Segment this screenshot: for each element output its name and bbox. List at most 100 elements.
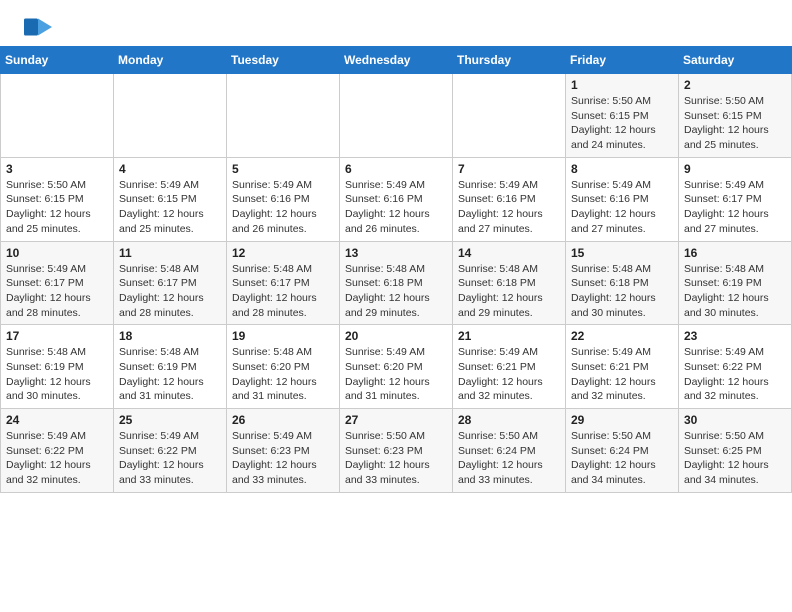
day-cell: 16 Sunrise: 5:48 AM Sunset: 6:19 PM Dayli… [679, 241, 792, 325]
day-info: Sunrise: 5:48 AM Sunset: 6:17 PM Dayligh… [119, 262, 221, 321]
day-cell: 4Sunrise: 5:49 AM Sunset: 6:15 PM Daylig… [114, 157, 227, 241]
day-cell: 18 Sunrise: 5:48 AM Sunset: 6:19 PM Dayli… [114, 325, 227, 409]
day-cell: 28 Sunrise: 5:50 AM Sunset: 6:24 PM Dayli… [453, 409, 566, 493]
day-number: 8 [571, 162, 673, 176]
day-info: Sunrise: 5:49 AM Sunset: 6:22 PM Dayligh… [684, 345, 786, 404]
day-cell: 23Sunrise: 5:49 AM Sunset: 6:22 PM Dayli… [679, 325, 792, 409]
day-number: 14 [458, 246, 560, 260]
day-info: Sunrise: 5:49 AM Sunset: 6:16 PM Dayligh… [571, 178, 673, 237]
weekday-friday: Friday [566, 47, 679, 74]
day-number: 25 [119, 413, 221, 427]
week-row-3: 10 Sunrise: 5:49 AM Sunset: 6:17 PM Dayli… [1, 241, 792, 325]
day-number: 27 [345, 413, 447, 427]
logo-icon [24, 18, 52, 36]
weekday-monday: Monday [114, 47, 227, 74]
day-cell: 12 Sunrise: 5:48 AM Sunset: 6:17 PM Dayli… [227, 241, 340, 325]
day-number: 1 [571, 78, 673, 92]
day-info: Sunrise: 5:49 AM Sunset: 6:16 PM Dayligh… [232, 178, 334, 237]
day-info: Sunrise: 5:49 AM Sunset: 6:21 PM Dayligh… [458, 345, 560, 404]
day-cell: 27Sunrise: 5:50 AM Sunset: 6:23 PM Dayli… [340, 409, 453, 493]
day-info: Sunrise: 5:50 AM Sunset: 6:24 PM Dayligh… [571, 429, 673, 488]
day-info: Sunrise: 5:50 AM Sunset: 6:15 PM Dayligh… [684, 94, 786, 153]
day-info: Sunrise: 5:49 AM Sunset: 6:21 PM Dayligh… [571, 345, 673, 404]
day-info: Sunrise: 5:48 AM Sunset: 6:19 PM Dayligh… [119, 345, 221, 404]
day-info: Sunrise: 5:49 AM Sunset: 6:23 PM Dayligh… [232, 429, 334, 488]
day-cell: 10 Sunrise: 5:49 AM Sunset: 6:17 PM Dayli… [1, 241, 114, 325]
day-number: 17 [6, 329, 108, 343]
day-info: Sunrise: 5:49 AM Sunset: 6:17 PM Dayligh… [684, 178, 786, 237]
day-number: 20 [345, 329, 447, 343]
day-info: Sunrise: 5:49 AM Sunset: 6:16 PM Dayligh… [345, 178, 447, 237]
day-cell [114, 74, 227, 158]
day-cell: 8 Sunrise: 5:49 AM Sunset: 6:16 PM Daylig… [566, 157, 679, 241]
day-number: 24 [6, 413, 108, 427]
day-number: 4 [119, 162, 221, 176]
day-cell: 30 Sunrise: 5:50 AM Sunset: 6:25 PM Dayli… [679, 409, 792, 493]
day-info: Sunrise: 5:48 AM Sunset: 6:19 PM Dayligh… [6, 345, 108, 404]
day-cell: 19Sunrise: 5:48 AM Sunset: 6:20 PM Dayli… [227, 325, 340, 409]
day-info: Sunrise: 5:50 AM Sunset: 6:24 PM Dayligh… [458, 429, 560, 488]
calendar-body: 1 Sunrise: 5:50 AM Sunset: 6:15 PM Daylig… [1, 74, 792, 493]
day-cell: 11 Sunrise: 5:48 AM Sunset: 6:17 PM Dayli… [114, 241, 227, 325]
day-cell: 15 Sunrise: 5:48 AM Sunset: 6:18 PM Dayli… [566, 241, 679, 325]
weekday-saturday: Saturday [679, 47, 792, 74]
day-info: Sunrise: 5:50 AM Sunset: 6:25 PM Dayligh… [684, 429, 786, 488]
day-cell: 14 Sunrise: 5:48 AM Sunset: 6:18 PM Dayli… [453, 241, 566, 325]
day-cell: 1 Sunrise: 5:50 AM Sunset: 6:15 PM Daylig… [566, 74, 679, 158]
day-cell: 26Sunrise: 5:49 AM Sunset: 6:23 PM Dayli… [227, 409, 340, 493]
day-cell [227, 74, 340, 158]
day-number: 3 [6, 162, 108, 176]
day-number: 5 [232, 162, 334, 176]
day-info: Sunrise: 5:50 AM Sunset: 6:15 PM Dayligh… [571, 94, 673, 153]
day-cell: 25 Sunrise: 5:49 AM Sunset: 6:22 PM Dayli… [114, 409, 227, 493]
day-cell: 20Sunrise: 5:49 AM Sunset: 6:20 PM Dayli… [340, 325, 453, 409]
week-row-2: 3 Sunrise: 5:50 AM Sunset: 6:15 PM Daylig… [1, 157, 792, 241]
day-number: 12 [232, 246, 334, 260]
day-info: Sunrise: 5:49 AM Sunset: 6:17 PM Dayligh… [6, 262, 108, 321]
day-cell: 29 Sunrise: 5:50 AM Sunset: 6:24 PM Dayli… [566, 409, 679, 493]
week-row-5: 24 Sunrise: 5:49 AM Sunset: 6:22 PM Dayli… [1, 409, 792, 493]
day-number: 7 [458, 162, 560, 176]
day-cell: 17 Sunrise: 5:48 AM Sunset: 6:19 PM Dayli… [1, 325, 114, 409]
day-cell: 9 Sunrise: 5:49 AM Sunset: 6:17 PM Daylig… [679, 157, 792, 241]
day-number: 15 [571, 246, 673, 260]
day-cell: 22 Sunrise: 5:49 AM Sunset: 6:21 PM Dayli… [566, 325, 679, 409]
day-cell: 2 Sunrise: 5:50 AM Sunset: 6:15 PM Daylig… [679, 74, 792, 158]
day-cell: 6 Sunrise: 5:49 AM Sunset: 6:16 PM Daylig… [340, 157, 453, 241]
day-info: Sunrise: 5:48 AM Sunset: 6:19 PM Dayligh… [684, 262, 786, 321]
day-number: 10 [6, 246, 108, 260]
day-cell: 5 Sunrise: 5:49 AM Sunset: 6:16 PM Daylig… [227, 157, 340, 241]
week-row-4: 17 Sunrise: 5:48 AM Sunset: 6:19 PM Dayli… [1, 325, 792, 409]
day-number: 30 [684, 413, 786, 427]
day-number: 29 [571, 413, 673, 427]
day-info: Sunrise: 5:49 AM Sunset: 6:16 PM Dayligh… [458, 178, 560, 237]
weekday-thursday: Thursday [453, 47, 566, 74]
page-header [0, 0, 792, 46]
weekday-tuesday: Tuesday [227, 47, 340, 74]
day-number: 2 [684, 78, 786, 92]
day-cell [340, 74, 453, 158]
day-number: 6 [345, 162, 447, 176]
day-number: 13 [345, 246, 447, 260]
day-cell: 21 Sunrise: 5:49 AM Sunset: 6:21 PM Dayli… [453, 325, 566, 409]
day-cell [1, 74, 114, 158]
day-cell: 3 Sunrise: 5:50 AM Sunset: 6:15 PM Daylig… [1, 157, 114, 241]
day-cell: 13Sunrise: 5:48 AM Sunset: 6:18 PM Dayli… [340, 241, 453, 325]
day-info: Sunrise: 5:48 AM Sunset: 6:20 PM Dayligh… [232, 345, 334, 404]
day-number: 9 [684, 162, 786, 176]
day-number: 18 [119, 329, 221, 343]
day-number: 11 [119, 246, 221, 260]
day-info: Sunrise: 5:48 AM Sunset: 6:17 PM Dayligh… [232, 262, 334, 321]
calendar-table: SundayMondayTuesdayWednesdayThursdayFrid… [0, 46, 792, 493]
day-number: 16 [684, 246, 786, 260]
day-info: Sunrise: 5:50 AM Sunset: 6:15 PM Dayligh… [6, 178, 108, 237]
day-info: Sunrise: 5:49 AM Sunset: 6:22 PM Dayligh… [6, 429, 108, 488]
day-number: 21 [458, 329, 560, 343]
day-number: 22 [571, 329, 673, 343]
day-info: Sunrise: 5:48 AM Sunset: 6:18 PM Dayligh… [458, 262, 560, 321]
day-info: Sunrise: 5:49 AM Sunset: 6:22 PM Dayligh… [119, 429, 221, 488]
weekday-sunday: Sunday [1, 47, 114, 74]
day-info: Sunrise: 5:48 AM Sunset: 6:18 PM Dayligh… [571, 262, 673, 321]
day-number: 28 [458, 413, 560, 427]
week-row-1: 1 Sunrise: 5:50 AM Sunset: 6:15 PM Daylig… [1, 74, 792, 158]
